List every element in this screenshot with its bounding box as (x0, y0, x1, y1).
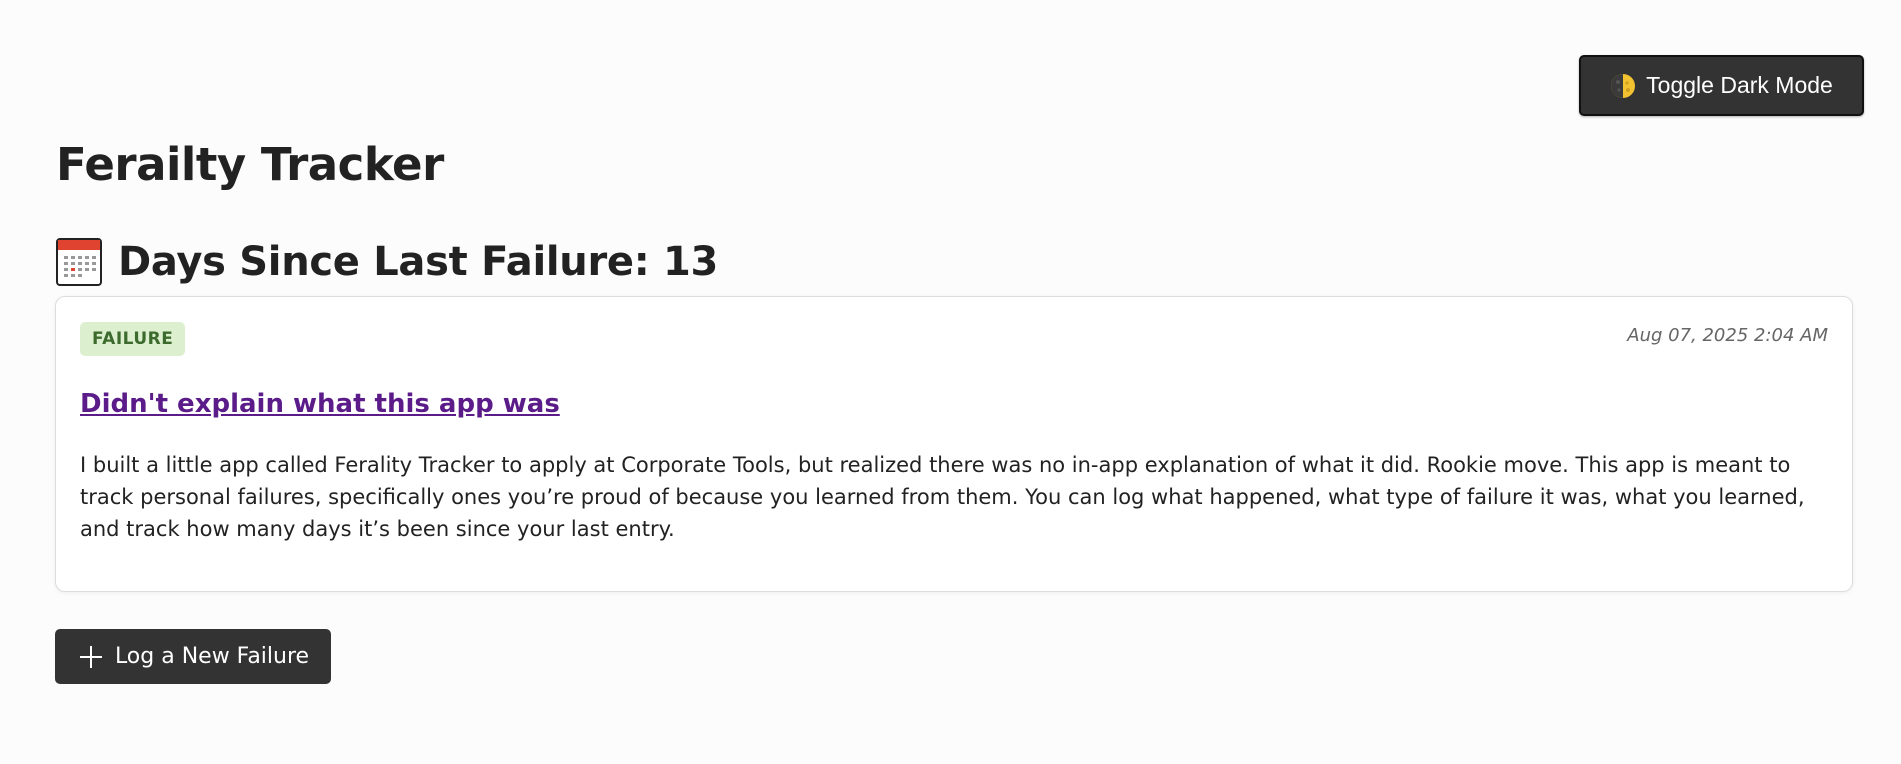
failure-type-badge: FAILURE (80, 322, 186, 356)
plus-icon (79, 645, 102, 668)
failure-entry-card: FAILURE Aug 07, 2025 2:04 AM Didn't expl… (55, 296, 1853, 592)
page: Toggle Dark Mode Ferailty Tracker Days S… (0, 0, 1901, 764)
entry-description: I built a little app called Ferality Tra… (80, 453, 1805, 541)
log-new-failure-label: Log a New Failure (114, 644, 310, 669)
days-since-heading: Days Since Last Failure: 13 (56, 238, 718, 286)
toggle-dark-mode-button[interactable]: Toggle Dark Mode (1579, 55, 1864, 116)
calendar-icon (56, 238, 102, 286)
days-since-label: Days Since Last Failure: 13 (118, 239, 719, 285)
page-title: Ferailty Tracker (56, 138, 444, 191)
entry-timestamp: Aug 07, 2025 2:04 AM (1627, 325, 1828, 346)
toggle-dark-mode-label: Toggle Dark Mode (1646, 72, 1833, 98)
entry-title-link[interactable]: Didn't explain what this app was (80, 389, 560, 419)
moon-icon (1611, 73, 1636, 98)
log-new-failure-button[interactable]: Log a New Failure (55, 629, 331, 684)
